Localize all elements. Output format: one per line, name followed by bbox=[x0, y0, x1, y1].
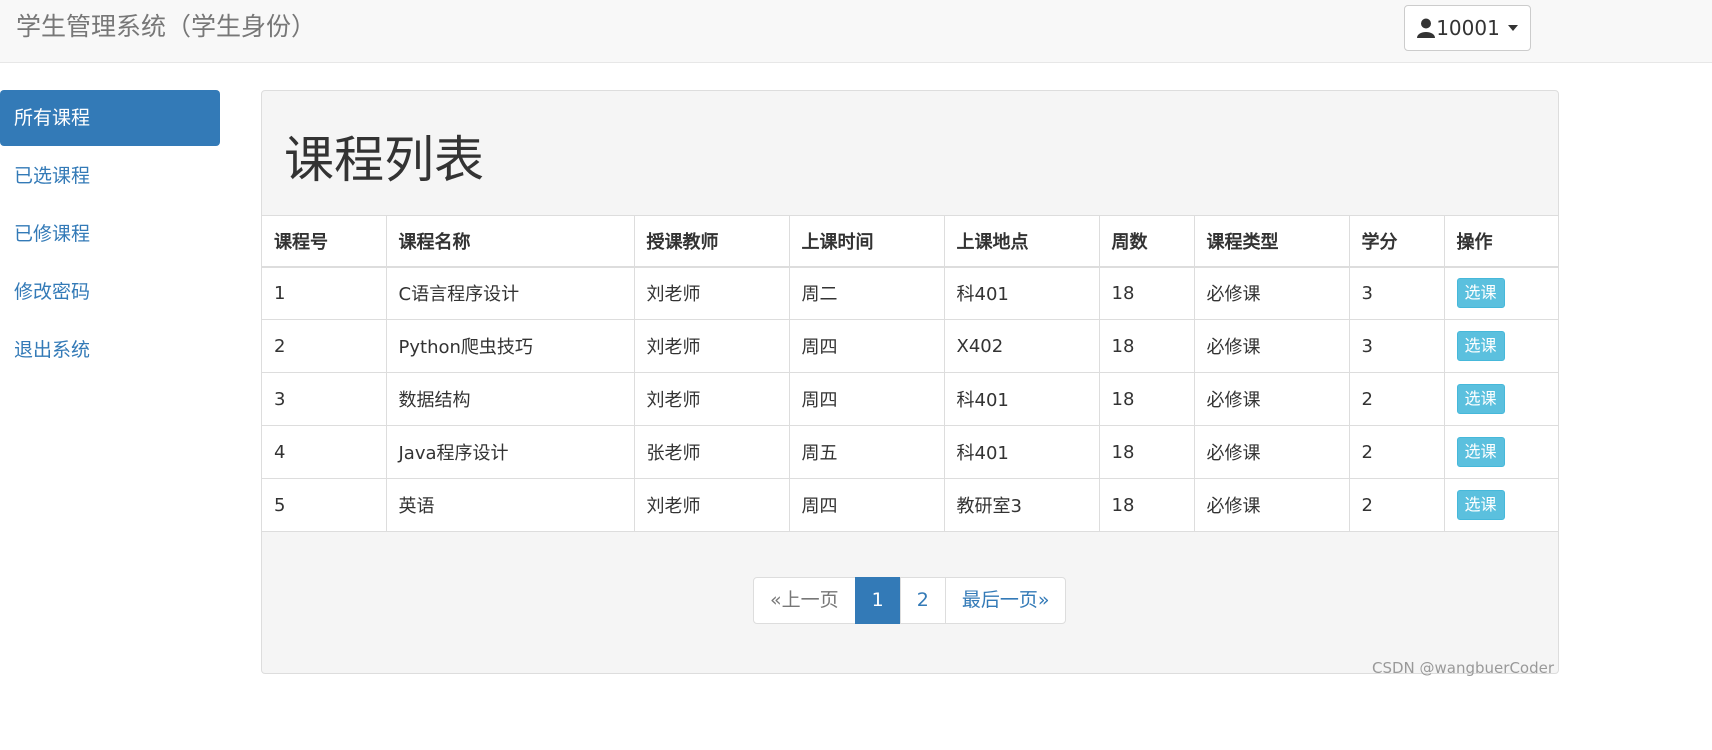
cell-credits: 3 bbox=[1348, 319, 1445, 373]
cell-teacher: 刘老师 bbox=[633, 319, 790, 373]
select-course-button[interactable]: 选课 bbox=[1456, 278, 1505, 309]
page-link-1[interactable]: 1 bbox=[854, 577, 901, 624]
cell-course-name: 英语 bbox=[385, 478, 635, 532]
sidebar-item-all-courses[interactable]: 所有课程 bbox=[0, 90, 220, 146]
cell-credits: 2 bbox=[1348, 425, 1445, 479]
column-header: 上课地点 bbox=[943, 215, 1100, 268]
cell-course-id: 5 bbox=[262, 478, 387, 532]
cell-course-name: C语言程序设计 bbox=[385, 266, 635, 320]
cell-course-id: 2 bbox=[262, 319, 387, 373]
select-course-button[interactable]: 选课 bbox=[1456, 331, 1505, 361]
table-row: 4 Java程序设计 张老师 周五 科401 18 必修课 2 选课 bbox=[262, 425, 1558, 479]
sidebar-item-completed-courses[interactable]: 已修课程 bbox=[0, 206, 220, 262]
column-header: 学分 bbox=[1348, 215, 1445, 268]
cell-action: 选课 bbox=[1443, 425, 1558, 479]
user-menu-button[interactable]: 10001 bbox=[1404, 5, 1531, 51]
cell-teacher: 刘老师 bbox=[633, 478, 790, 532]
cell-location: 教研室3 bbox=[943, 478, 1100, 532]
table-row: 3 数据结构 刘老师 周四 科401 18 必修课 2 选课 bbox=[262, 372, 1558, 426]
prev-page-link[interactable]: «上一页 bbox=[753, 577, 856, 624]
sidebar-item-selected-courses[interactable]: 已选课程 bbox=[0, 148, 220, 204]
cell-type: 必修课 bbox=[1193, 478, 1350, 532]
navbar: 学生管理系统（学生身份） 10001 bbox=[0, 0, 1712, 63]
course-panel: 课程列表 课程号 课程名称 授课教师 上课时间 上课地点 周数 课程类型 学分 … bbox=[261, 90, 1559, 674]
table-row: 2 Python爬虫技巧 刘老师 周四 X402 18 必修课 3 选课 bbox=[262, 319, 1558, 373]
cell-type: 必修课 bbox=[1193, 372, 1350, 426]
column-header: 课程类型 bbox=[1193, 215, 1350, 268]
course-table: 课程号 课程名称 授课教师 上课时间 上课地点 周数 课程类型 学分 操作 1 … bbox=[262, 215, 1558, 532]
column-header: 课程号 bbox=[262, 215, 387, 268]
cell-weeks: 18 bbox=[1098, 372, 1195, 426]
cell-action: 选课 bbox=[1443, 372, 1558, 426]
cell-weeks: 18 bbox=[1098, 266, 1195, 320]
cell-weeks: 18 bbox=[1098, 425, 1195, 479]
user-id-label: 10001 bbox=[1436, 16, 1500, 40]
cell-action: 选课 bbox=[1443, 266, 1558, 320]
column-header: 操作 bbox=[1443, 215, 1558, 268]
sidebar: 所有课程 已选课程 已修课程 修改密码 退出系统 bbox=[0, 90, 220, 380]
caret-down-icon bbox=[1507, 25, 1518, 31]
cell-action: 选课 bbox=[1443, 319, 1558, 373]
cell-action: 选课 bbox=[1443, 478, 1558, 532]
cell-course-id: 1 bbox=[262, 266, 387, 320]
cell-teacher: 张老师 bbox=[633, 425, 790, 479]
sidebar-item-logout[interactable]: 退出系统 bbox=[0, 322, 220, 378]
brand-title[interactable]: 学生管理系统（学生身份） bbox=[16, 12, 316, 42]
table-header-row: 课程号 课程名称 授课教师 上课时间 上课地点 周数 课程类型 学分 操作 bbox=[262, 215, 1558, 268]
cell-credits: 2 bbox=[1348, 478, 1445, 532]
page-link-2[interactable]: 2 bbox=[899, 577, 946, 624]
cell-time: 周四 bbox=[788, 319, 945, 373]
cell-weeks: 18 bbox=[1098, 319, 1195, 373]
cell-location: X402 bbox=[943, 319, 1100, 373]
last-page-link[interactable]: 最后一页» bbox=[944, 577, 1067, 624]
select-course-button[interactable]: 选课 bbox=[1456, 384, 1505, 414]
pagination: «上一页 1 2 最后一页» bbox=[753, 577, 1067, 624]
cell-time: 周二 bbox=[788, 266, 945, 320]
column-header: 上课时间 bbox=[788, 215, 945, 268]
column-header: 课程名称 bbox=[385, 215, 635, 268]
column-header: 授课教师 bbox=[633, 215, 790, 268]
page-title: 课程列表 bbox=[284, 131, 484, 189]
cell-course-name: 数据结构 bbox=[385, 372, 635, 426]
table-row: 5 英语 刘老师 周四 教研室3 18 必修课 2 选课 bbox=[262, 478, 1558, 532]
cell-credits: 2 bbox=[1348, 372, 1445, 426]
cell-location: 科401 bbox=[943, 425, 1100, 479]
select-course-button[interactable]: 选课 bbox=[1456, 437, 1505, 467]
cell-course-id: 4 bbox=[262, 425, 387, 479]
sidebar-item-change-password[interactable]: 修改密码 bbox=[0, 264, 220, 320]
cell-time: 周五 bbox=[788, 425, 945, 479]
cell-course-id: 3 bbox=[262, 372, 387, 426]
cell-teacher: 刘老师 bbox=[633, 372, 790, 426]
cell-teacher: 刘老师 bbox=[633, 266, 790, 320]
cell-type: 必修课 bbox=[1193, 425, 1350, 479]
cell-location: 科401 bbox=[943, 266, 1100, 320]
column-header: 周数 bbox=[1098, 215, 1195, 268]
table-row: 1 C语言程序设计 刘老师 周二 科401 18 必修课 3 选课 bbox=[262, 266, 1558, 320]
cell-type: 必修课 bbox=[1193, 319, 1350, 373]
cell-weeks: 18 bbox=[1098, 478, 1195, 532]
cell-location: 科401 bbox=[943, 372, 1100, 426]
cell-credits: 3 bbox=[1348, 266, 1445, 320]
cell-course-name: Python爬虫技巧 bbox=[385, 319, 635, 373]
watermark: CSDN @wangbuerCoder bbox=[1372, 659, 1555, 677]
cell-time: 周四 bbox=[788, 372, 945, 426]
select-course-button[interactable]: 选课 bbox=[1456, 490, 1505, 520]
user-icon bbox=[1417, 18, 1436, 38]
cell-time: 周四 bbox=[788, 478, 945, 532]
cell-course-name: Java程序设计 bbox=[385, 425, 635, 479]
cell-type: 必修课 bbox=[1193, 266, 1350, 320]
